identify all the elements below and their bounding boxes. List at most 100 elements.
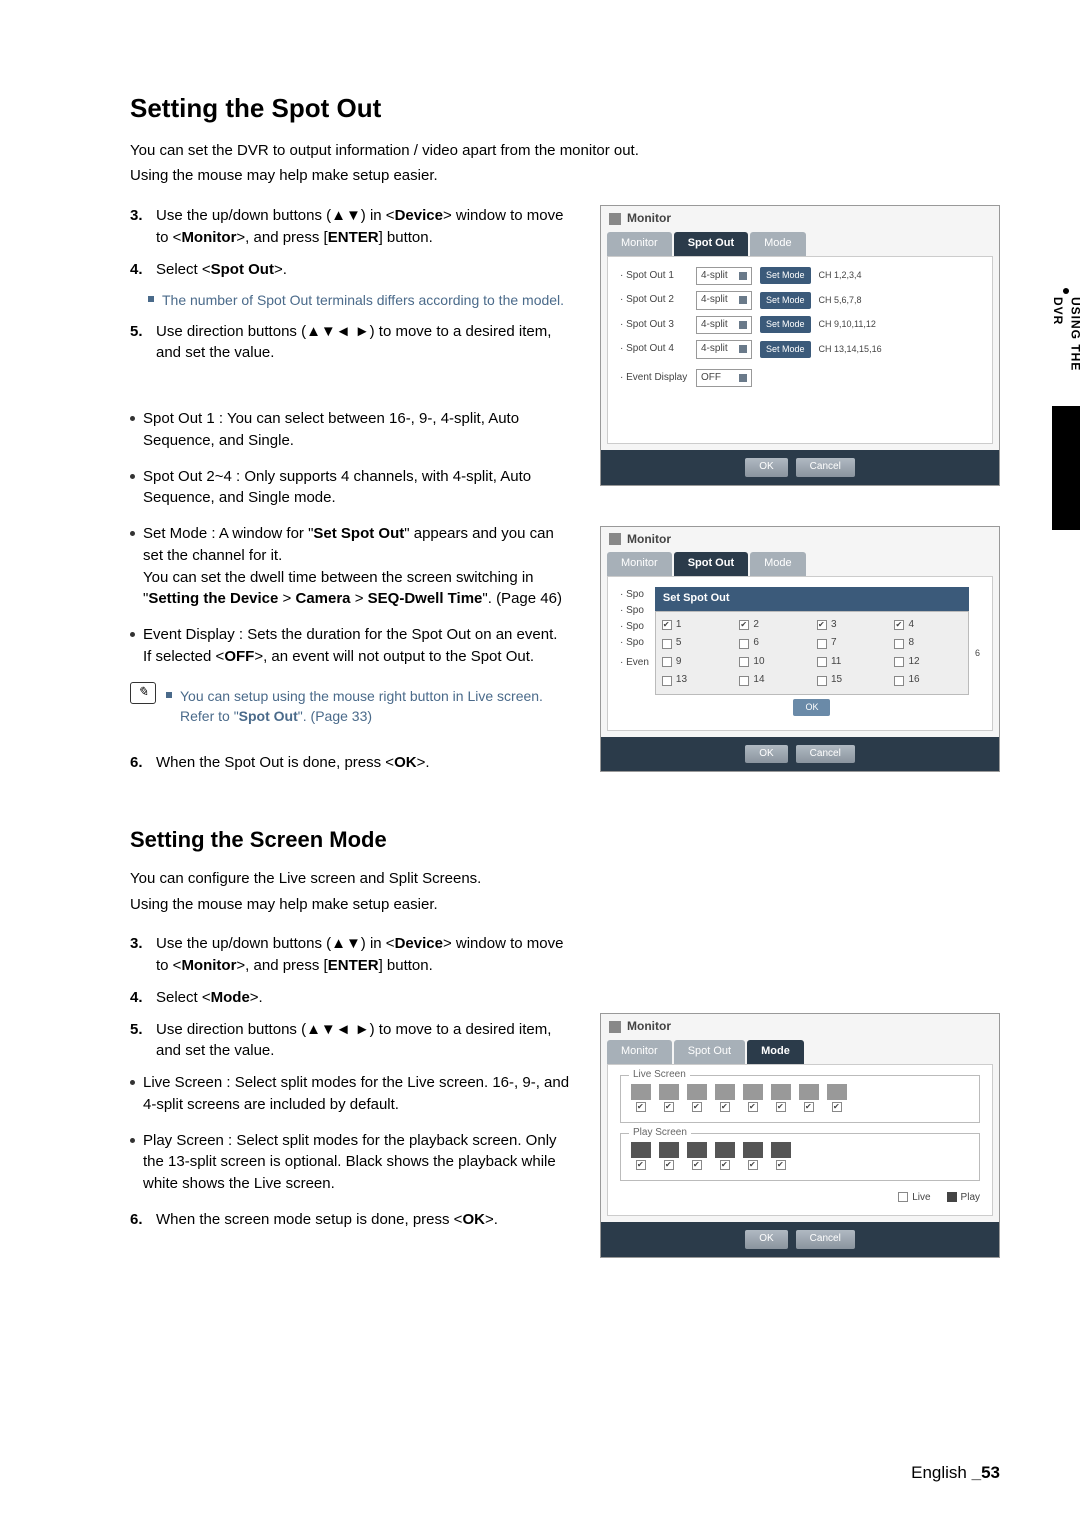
ok-button[interactable]: OK [745,1230,787,1249]
split-mode-option[interactable] [659,1142,679,1170]
tab-mode[interactable]: Mode [750,552,806,576]
channel-cell[interactable]: 13 [662,673,730,688]
cancel-button[interactable]: Cancel [796,745,855,764]
split-mode-option[interactable] [743,1084,763,1112]
checkbox-icon[interactable] [662,676,672,686]
checkbox-icon[interactable] [894,620,904,630]
lead-screen-mode: You can configure the Live screen and Sp… [130,868,1000,890]
cancel-button[interactable]: Cancel [796,458,855,477]
checkbox-icon[interactable] [636,1160,646,1170]
set-mode-button[interactable]: Set Mode [760,292,811,309]
channel-cell[interactable]: 16 [894,673,962,688]
checkbox-icon[interactable] [817,657,827,667]
event-select[interactable]: OFF [696,369,752,388]
chevron-down-icon [739,374,747,382]
set-mode-button[interactable]: Set Mode [760,267,811,284]
channel-cell[interactable]: 6 [739,636,807,651]
checkbox-icon[interactable] [748,1160,758,1170]
checkbox-icon[interactable] [776,1102,786,1112]
ok-button[interactable]: OK [745,745,787,764]
channel-cell[interactable]: 1 [662,618,730,633]
split-icon [715,1142,735,1158]
tab-spot-out[interactable]: Spot Out [674,552,748,576]
checkbox-icon[interactable] [748,1102,758,1112]
spot-out-row: · Spot Out 4 4-split Set Mode CH 13,14,1… [620,340,980,359]
channel-cell[interactable]: 8 [894,636,962,651]
channel-cell[interactable]: 9 [662,655,730,670]
channel-cell[interactable]: 14 [739,673,807,688]
checkbox-icon[interactable] [832,1102,842,1112]
checkbox-icon[interactable] [817,676,827,686]
mode-select[interactable]: 4-split [696,291,752,310]
checkbox-icon[interactable] [720,1160,730,1170]
split-mode-option[interactable] [659,1084,679,1112]
close-icon[interactable] [609,213,621,225]
tab-monitor[interactable]: Monitor [607,232,672,256]
channel-cell[interactable]: 4 [894,618,962,633]
checkbox-icon[interactable] [894,657,904,667]
checkbox-icon[interactable] [662,657,672,667]
channel-cell[interactable]: 12 [894,655,962,670]
checkbox-icon[interactable] [894,639,904,649]
checkbox-icon[interactable] [817,639,827,649]
tab-monitor[interactable]: Monitor [607,552,672,576]
split-mode-option[interactable] [715,1142,735,1170]
tab-mode[interactable]: Mode [747,1040,804,1064]
split-mode-option[interactable] [631,1084,651,1112]
tab-spot-out[interactable]: Spot Out [674,232,748,256]
spot-short: · Spo [620,603,649,619]
tab-spot-out[interactable]: Spot Out [674,1040,745,1064]
tab-monitor[interactable]: Monitor [607,1040,672,1064]
ok-button[interactable]: OK [745,458,787,477]
checkbox-icon[interactable] [739,639,749,649]
ok-button[interactable]: OK [793,699,830,716]
mode-select[interactable]: 4-split [696,340,752,359]
channel-text: CH 9,10,11,12 [819,318,876,331]
checkbox-icon[interactable] [692,1102,702,1112]
checkbox-icon[interactable] [739,620,749,630]
dialog-title: Monitor [627,531,671,548]
mode-select[interactable]: 4-split [696,267,752,286]
checkbox-icon[interactable] [664,1160,674,1170]
tab-mode[interactable]: Mode [750,232,806,256]
split-mode-option[interactable] [771,1142,791,1170]
checkbox-icon[interactable] [804,1102,814,1112]
channel-cell[interactable]: 15 [817,673,885,688]
channel-cell[interactable]: 3 [817,618,885,633]
checkbox-icon[interactable] [817,620,827,630]
channel-cell[interactable]: 2 [739,618,807,633]
split-mode-option[interactable] [827,1084,847,1112]
mode-select[interactable]: 4-split [696,316,752,335]
channel-cell[interactable]: 10 [739,655,807,670]
split-mode-option[interactable] [687,1142,707,1170]
channel-cell[interactable]: 11 [817,655,885,670]
close-icon[interactable] [609,533,621,545]
split-mode-option[interactable] [631,1142,651,1170]
spot-label: · Spot Out 2 [620,293,688,308]
spot-label: · Spot Out 1 [620,269,688,284]
channel-cell[interactable]: 5 [662,636,730,651]
checkbox-icon[interactable] [692,1160,702,1170]
cancel-button[interactable]: Cancel [796,1230,855,1249]
split-mode-option[interactable] [771,1084,791,1112]
checkbox-icon[interactable] [894,676,904,686]
set-mode-button[interactable]: Set Mode [760,341,811,358]
channel-cell[interactable]: 7 [817,636,885,651]
checkbox-icon[interactable] [776,1160,786,1170]
split-mode-option[interactable] [687,1084,707,1112]
set-mode-button[interactable]: Set Mode [760,316,811,333]
dot-icon [1063,288,1069,294]
heading-screen-mode: Setting the Screen Mode [130,824,1000,856]
split-icon [687,1084,707,1100]
checkbox-icon[interactable] [664,1102,674,1112]
split-mode-option[interactable] [715,1084,735,1112]
split-mode-option[interactable] [743,1142,763,1170]
checkbox-icon[interactable] [662,620,672,630]
close-icon[interactable] [609,1021,621,1033]
checkbox-icon[interactable] [720,1102,730,1112]
checkbox-icon[interactable] [739,676,749,686]
checkbox-icon[interactable] [739,657,749,667]
checkbox-icon[interactable] [662,639,672,649]
checkbox-icon[interactable] [636,1102,646,1112]
split-mode-option[interactable] [799,1084,819,1112]
